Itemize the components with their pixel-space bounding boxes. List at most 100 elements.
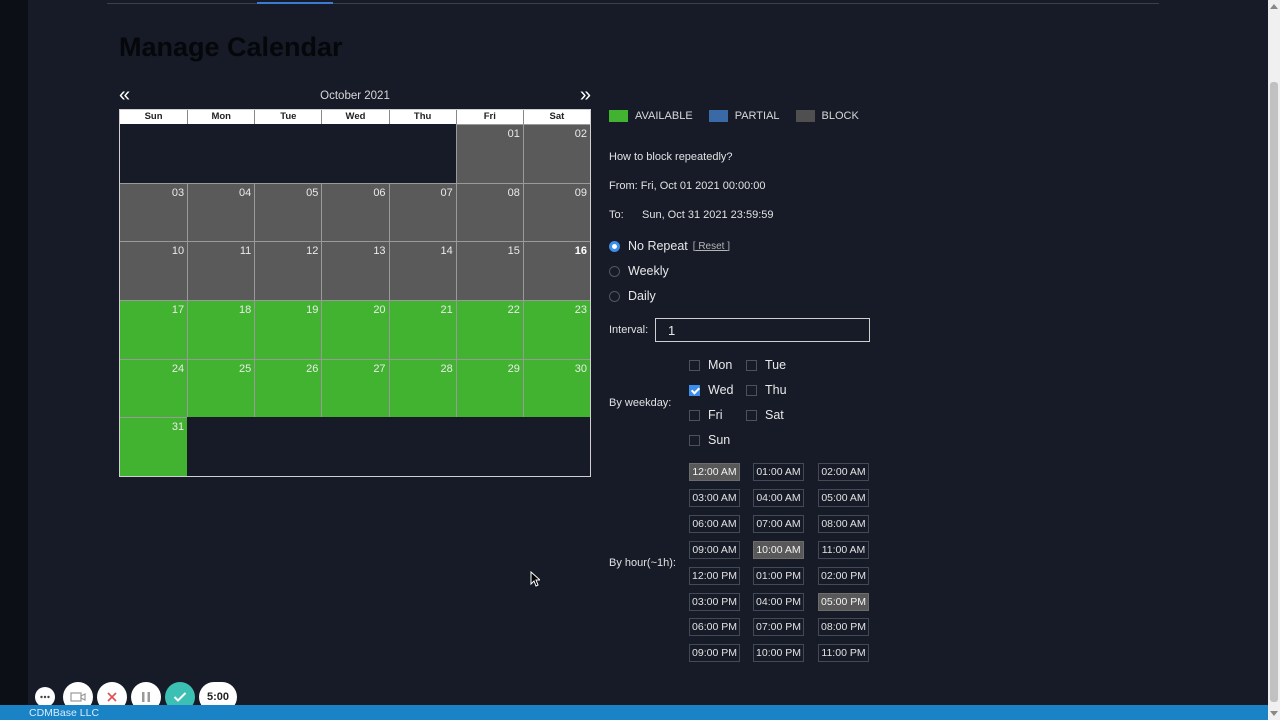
more-options-button[interactable] [35, 687, 55, 707]
repeat-question: How to block repeatedly? [609, 151, 733, 163]
calendar-month-label: October 2021 [320, 90, 390, 102]
calendar-day[interactable]: 29 [455, 358, 523, 418]
calendar-day[interactable]: 08 [455, 182, 523, 242]
calendar-day[interactable]: 03 [120, 182, 188, 242]
hour-button[interactable]: 12:00 AM [689, 463, 740, 481]
calendar-day[interactable]: 11 [187, 241, 255, 300]
calendar-day[interactable]: 06 [321, 182, 389, 242]
calendar-day[interactable]: 31 [120, 417, 188, 476]
calendar-day[interactable]: 14 [388, 241, 456, 300]
calendar-empty-cell [254, 124, 321, 183]
legend-label: AVAILABLE [635, 110, 693, 122]
calendar-day[interactable]: 26 [254, 358, 322, 418]
hour-button[interactable]: 06:00 PM [689, 618, 740, 637]
next-month-button[interactable]: » [580, 85, 591, 105]
weekday-checkbox-fri[interactable]: Fri [689, 408, 723, 422]
scroll-up-icon[interactable] [1270, 4, 1278, 9]
repeat-option-no-repeat[interactable]: No Repeat [ Reset ] [609, 239, 730, 253]
hour-button[interactable]: 01:00 PM [753, 566, 804, 585]
calendar-day[interactable]: 24 [120, 358, 188, 418]
hour-button[interactable]: 07:00 AM [753, 514, 804, 533]
hour-button[interactable]: 05:00 AM [818, 488, 869, 507]
calendar-day[interactable]: 30 [522, 358, 590, 418]
checkbox[interactable] [689, 409, 700, 421]
pause-icon [142, 692, 150, 702]
calendar-day[interactable]: 18 [187, 300, 255, 359]
calendar-day[interactable]: 20 [321, 300, 389, 359]
calendar-nav: « October 2021 » [119, 85, 591, 106]
hour-button[interactable]: 03:00 AM [689, 488, 740, 507]
hour-button[interactable]: 05:00 PM [818, 592, 869, 611]
hour-button[interactable]: 06:00 AM [689, 514, 740, 533]
hour-button[interactable]: 03:00 PM [689, 592, 740, 611]
calendar-legend: AVAILABLE PARTIAL BLOCK [609, 110, 875, 122]
calendar-day-number: 06 [373, 186, 386, 199]
calendar-day[interactable]: 07 [388, 182, 456, 242]
calendar-day[interactable]: 05 [254, 182, 322, 242]
checkbox[interactable] [746, 409, 757, 421]
hour-button[interactable]: 08:00 PM [818, 618, 869, 637]
hour-button[interactable]: 09:00 PM [689, 644, 740, 663]
hour-button[interactable]: 02:00 PM [818, 566, 869, 585]
hour-button[interactable]: 02:00 AM [818, 463, 869, 481]
scrollbar-thumb[interactable] [1270, 82, 1278, 702]
reset-link[interactable]: [ Reset ] [693, 241, 730, 252]
page-scrollbar[interactable] [1268, 0, 1280, 720]
weekday-checkbox-sat[interactable]: Sat [746, 408, 784, 422]
calendar-day[interactable]: 13 [321, 241, 389, 300]
calendar-day[interactable]: 17 [120, 300, 188, 359]
calendar-day[interactable]: 21 [388, 300, 456, 359]
weekday-header: Tue [254, 110, 322, 124]
checkbox[interactable] [689, 384, 700, 396]
hour-button[interactable]: 07:00 PM [753, 618, 804, 637]
scroll-down-icon[interactable] [1270, 711, 1278, 716]
calendar-day[interactable]: 12 [254, 241, 322, 300]
calendar-day[interactable]: 25 [187, 358, 255, 418]
interval-input[interactable] [655, 318, 870, 342]
calendar-day-number: 22 [507, 304, 520, 316]
radio-button[interactable] [609, 240, 620, 252]
calendar-day-number: 23 [574, 304, 587, 316]
hour-button[interactable]: 12:00 PM [689, 566, 740, 585]
checkbox[interactable] [746, 384, 757, 396]
to-datetime: Sun, Oct 31 2021 23:59:59 [642, 209, 774, 221]
weekday-checkbox-mon[interactable]: Mon [689, 358, 732, 372]
hour-button[interactable]: 08:00 AM [818, 514, 869, 533]
hour-button[interactable]: 10:00 PM [753, 644, 804, 663]
weekday-header: Fri [455, 110, 523, 124]
calendar-day[interactable]: 16 [522, 241, 590, 300]
radio-button[interactable] [609, 290, 620, 302]
hour-button[interactable]: 04:00 PM [753, 592, 804, 611]
calendar-day[interactable]: 28 [388, 358, 456, 418]
hour-button[interactable]: 11:00 PM [818, 644, 869, 663]
calendar-day-number: 05 [306, 186, 319, 199]
weekday-checkbox-thu[interactable]: Thu [746, 383, 787, 397]
calendar-day[interactable]: 01 [455, 124, 523, 183]
repeat-option-weekly[interactable]: Weekly [609, 264, 669, 278]
hour-button[interactable]: 10:00 AM [753, 540, 804, 559]
weekday-header: Mon [187, 110, 255, 124]
weekday-checkbox-tue[interactable]: Tue [746, 358, 786, 372]
hour-button[interactable]: 11:00 AM [818, 540, 869, 559]
calendar-day[interactable]: 23 [522, 300, 590, 359]
repeat-option-daily[interactable]: Daily [609, 289, 656, 303]
calendar-empty-cell [120, 124, 187, 183]
calendar-day[interactable]: 09 [522, 182, 590, 242]
hour-button[interactable]: 04:00 AM [753, 488, 804, 507]
calendar-day[interactable]: 27 [321, 358, 389, 418]
calendar-day[interactable]: 02 [522, 124, 590, 183]
radio-button[interactable] [609, 265, 620, 277]
calendar-day[interactable]: 22 [455, 300, 523, 359]
calendar-day[interactable]: 15 [455, 241, 523, 300]
calendar-day[interactable]: 19 [254, 300, 322, 359]
checkbox[interactable] [746, 359, 757, 371]
weekday-checkbox-wed[interactable]: Wed [689, 383, 733, 397]
hour-button[interactable]: 09:00 AM [689, 540, 740, 559]
hour-button[interactable]: 01:00 AM [753, 463, 804, 481]
checkbox[interactable] [689, 359, 700, 371]
calendar-day[interactable]: 10 [120, 241, 188, 300]
calendar-day[interactable]: 04 [187, 182, 255, 242]
checkbox[interactable] [689, 434, 700, 446]
calendar-day-number: 12 [306, 245, 319, 258]
weekday-checkbox-sun[interactable]: Sun [689, 433, 730, 447]
